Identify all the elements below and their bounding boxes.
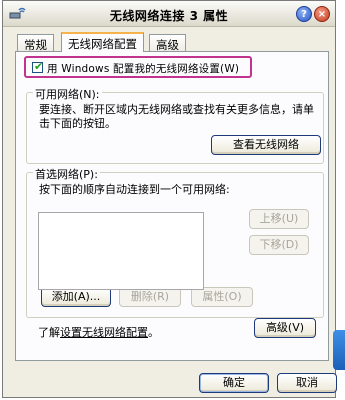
properties-dialog: 无线网络连接 3 属性 ? × 常规 无线网络配置 高级 ✔ 用 Windows… <box>2 0 337 398</box>
use-windows-config-label[interactable]: 用 Windows 配置我的无线网络设置(W) <box>47 61 239 76</box>
use-windows-config-checkbox[interactable]: ✔ <box>32 60 44 73</box>
view-wireless-networks-button[interactable]: 查看无线网络 <box>211 135 321 155</box>
preferred-networks-list[interactable] <box>38 212 204 290</box>
advanced-button[interactable]: 高级(V) <box>254 318 316 338</box>
available-networks-group: 可用网络(N): 要连接、断开区域内无线网络或查找有关更多信息，请单击下面的按钮… <box>26 86 324 164</box>
learn-more-text: 了解设置无线网络配置。 <box>38 324 159 340</box>
taskbar-edge <box>333 330 345 370</box>
window-title: 无线网络连接 3 属性 <box>109 9 229 23</box>
available-networks-title: 可用网络(N): <box>33 86 102 102</box>
remove-network-button[interactable]: 删除(R) <box>119 287 181 307</box>
checkmark-icon: ✔ <box>34 60 44 73</box>
preferred-networks-title: 首选网络(P): <box>33 166 100 182</box>
tab-general[interactable]: 常规 <box>17 34 54 52</box>
network-properties-button[interactable]: 属性(O) <box>191 287 253 307</box>
tab-advanced[interactable]: 高级 <box>149 34 186 52</box>
learn-more-suffix: 。 <box>148 326 159 339</box>
available-networks-description: 要连接、断开区域内无线网络或查找有关更多信息，请单击下面的按钮。 <box>39 103 314 130</box>
move-up-button[interactable]: 上移(U) <box>249 209 309 229</box>
ok-button[interactable]: 确定 <box>199 373 269 393</box>
learn-more-prefix: 了解 <box>38 326 60 339</box>
close-button[interactable]: × <box>314 6 330 22</box>
title-bar[interactable]: 无线网络连接 3 属性 ? × <box>3 1 335 27</box>
tab-wireless-config[interactable]: 无线网络配置 <box>61 32 144 52</box>
highlight-frame: ✔ 用 Windows 配置我的无线网络设置(W) <box>24 56 252 78</box>
add-network-button[interactable]: 添加(A)... <box>41 287 111 307</box>
wireless-config-panel: ✔ 用 Windows 配置我的无线网络设置(W) 可用网络(N): 要连接、断… <box>15 51 329 361</box>
cancel-button[interactable]: 取消 <box>277 373 337 393</box>
help-button[interactable]: ? <box>296 6 312 22</box>
move-down-button[interactable]: 下移(D) <box>249 235 309 255</box>
preferred-networks-description: 按下面的顺序自动连接到一个可用网络: <box>39 183 230 196</box>
learn-more-link[interactable]: 设置无线网络配置 <box>60 326 148 339</box>
